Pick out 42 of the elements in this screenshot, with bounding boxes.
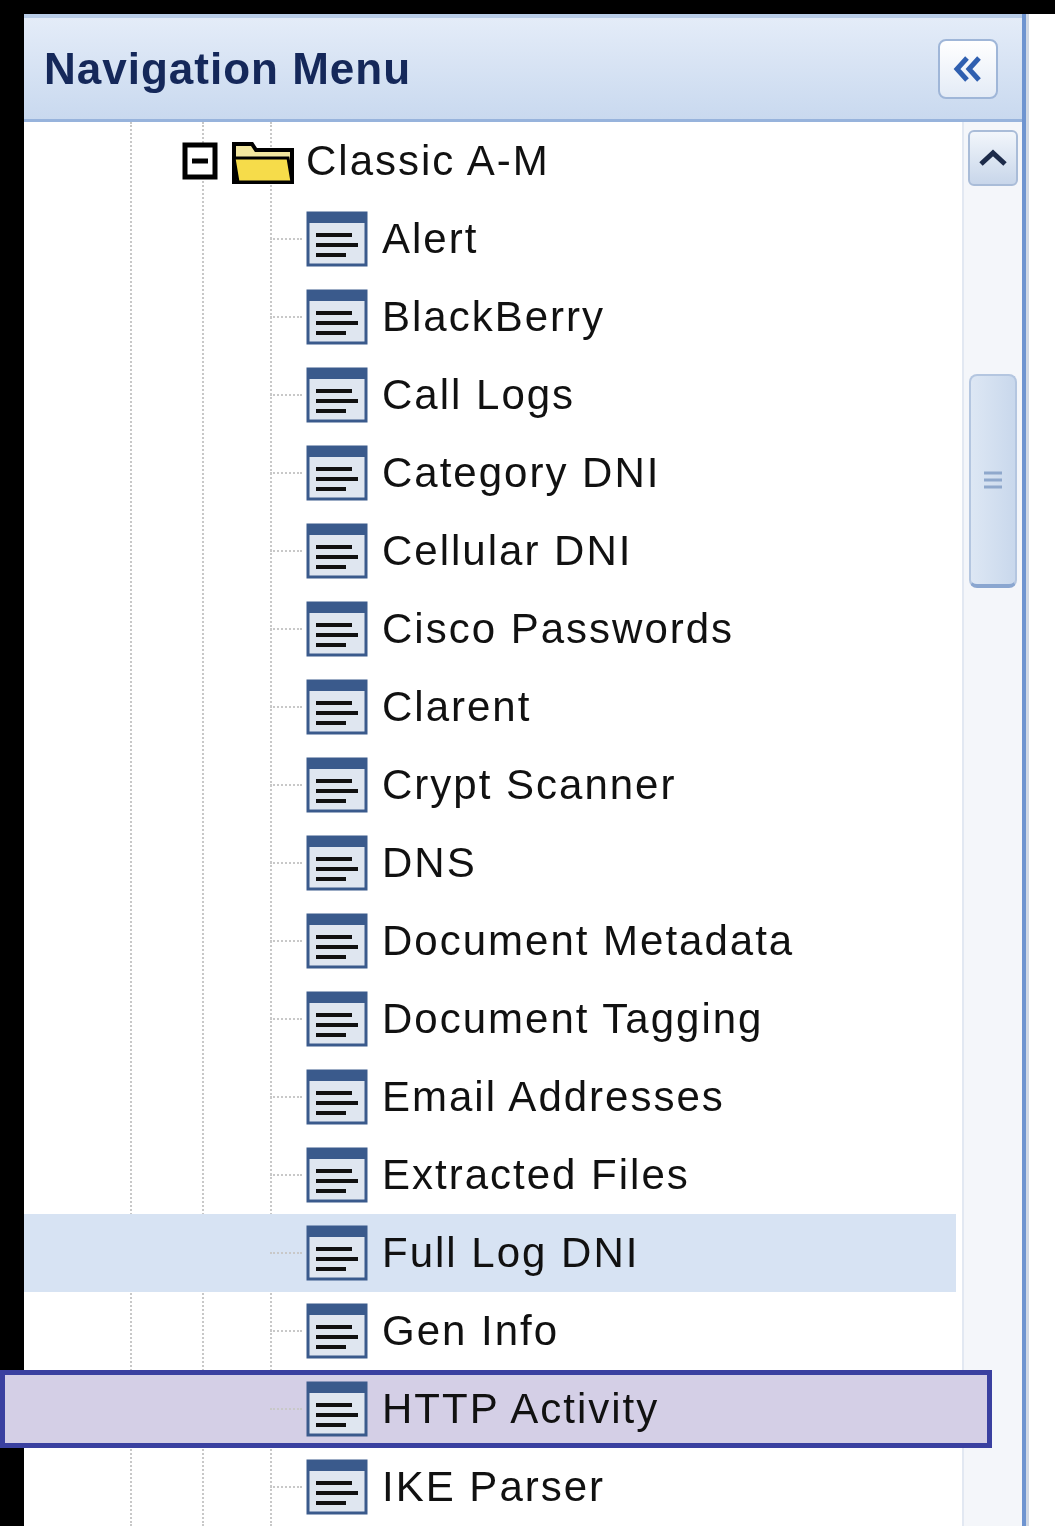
list-window-icon [306, 835, 368, 891]
tree-folder-label[interactable]: Classic A-M [306, 137, 550, 185]
tree-item[interactable]: Cellular DNI [24, 512, 962, 590]
tree-item[interactable]: IKE Parser [24, 1448, 962, 1526]
tree-item[interactable]: Document Tagging [24, 980, 962, 1058]
tree-item[interactable]: Extracted Files [24, 1136, 962, 1214]
list-window-icon [306, 1459, 368, 1515]
tree-item[interactable]: Alert [24, 200, 962, 278]
tree-item[interactable]: Category DNI [24, 434, 962, 512]
list-window-icon [306, 1069, 368, 1125]
list-window-icon [306, 679, 368, 735]
list-window-icon [306, 211, 368, 267]
chevron-up-icon [978, 149, 1008, 167]
panel-title: Navigation Menu [44, 43, 412, 94]
collapse-button[interactable] [938, 38, 998, 99]
tree-item[interactable]: Crypt Scanner [24, 746, 962, 824]
tree-item[interactable]: Gen Info [24, 1292, 962, 1370]
list-window-icon [306, 991, 368, 1047]
list-window-icon [306, 289, 368, 345]
tree-item[interactable]: Email Addresses [24, 1058, 962, 1136]
list-window-icon [306, 601, 368, 657]
tree-item[interactable]: BlackBerry [24, 278, 962, 356]
list-window-icon [306, 757, 368, 813]
list-window-icon [306, 1225, 368, 1281]
list-window-icon [306, 445, 368, 501]
collapse-toggle-icon[interactable] [182, 141, 218, 181]
list-window-icon [306, 913, 368, 969]
scrollbar-thumb[interactable] [969, 374, 1017, 588]
list-window-icon [306, 367, 368, 423]
tree-item[interactable]: Call Logs [24, 356, 962, 434]
tree-item[interactable]: Clarent [24, 668, 962, 746]
vertical-scrollbar[interactable] [962, 122, 1022, 1526]
tree-item[interactable]: HTTP Activity [0, 1370, 992, 1448]
tree-item[interactable]: Full Log DNI [24, 1214, 956, 1292]
list-window-icon [306, 523, 368, 579]
tree-item[interactable]: Document Metadata [24, 902, 962, 980]
tree-item[interactable]: DNS [24, 824, 962, 902]
tree-item[interactable]: Cisco Passwords [24, 590, 962, 668]
list-window-icon [306, 1303, 368, 1359]
scroll-up-button[interactable] [968, 130, 1018, 186]
list-window-icon [306, 1381, 368, 1437]
list-window-icon [306, 1147, 368, 1203]
